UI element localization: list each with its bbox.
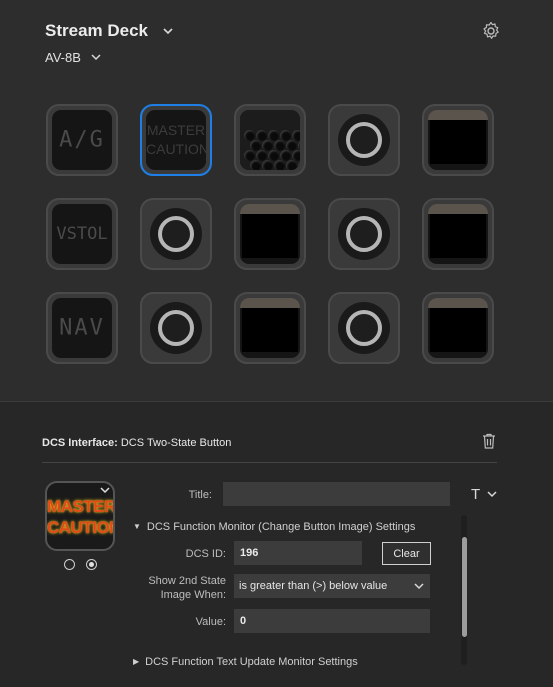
chevron-down-icon[interactable] xyxy=(100,486,110,494)
display-screen-icon xyxy=(240,298,300,358)
section-function-monitor[interactable]: ▼ DCS Function Monitor (Change Button Ima… xyxy=(133,521,415,533)
stream-deck-key[interactable] xyxy=(422,104,494,176)
key-face: VSTOL xyxy=(52,204,112,264)
stream-deck-key[interactable] xyxy=(422,292,494,364)
stream-deck-key[interactable] xyxy=(234,198,306,270)
second-state-label: Show 2nd State Image When: xyxy=(148,575,226,601)
screen-bezel xyxy=(240,204,300,214)
stream-deck-key[interactable] xyxy=(234,104,306,176)
value-label: Value: xyxy=(195,616,226,628)
title-label: Title: xyxy=(188,489,212,501)
screen-bezel xyxy=(428,110,488,120)
plugin-name: DCS Interface: xyxy=(42,437,118,449)
key-face: A/G xyxy=(52,110,112,170)
title-input[interactable] xyxy=(223,482,450,506)
state-2-radio[interactable] xyxy=(86,559,97,570)
screen-bezel xyxy=(428,298,488,308)
key-label: A/G xyxy=(59,127,105,153)
ring-icon xyxy=(346,122,382,158)
ring-light-icon xyxy=(150,208,202,260)
key-face: NAV xyxy=(52,298,112,358)
chevron-down-icon xyxy=(414,583,424,590)
action-title: DCS Interface: DCS Two-State Button xyxy=(42,437,231,449)
scrollbar-thumb[interactable] xyxy=(462,537,467,637)
stream-deck-key[interactable] xyxy=(140,198,212,270)
speaker-grille-icon xyxy=(240,110,300,170)
gear-icon[interactable] xyxy=(481,21,501,41)
stream-deck-key[interactable] xyxy=(328,292,400,364)
chevron-down-icon[interactable] xyxy=(487,490,497,498)
trash-icon[interactable] xyxy=(482,433,496,449)
key-label: VSTOL xyxy=(56,224,108,244)
stream-deck-key[interactable]: A/G xyxy=(46,104,118,176)
screen-display xyxy=(242,308,298,352)
section-text-update[interactable]: ▶ DCS Function Text Update Monitor Settin… xyxy=(133,656,358,668)
button-image-preview[interactable]: MASTER CAUTION xyxy=(45,481,115,551)
collapsed-triangle-icon: ▶ xyxy=(133,657,140,666)
display-screen-icon xyxy=(428,204,488,264)
key-label: NAV xyxy=(59,315,105,341)
stream-deck-key[interactable]: VSTOL xyxy=(46,198,118,270)
clear-button[interactable]: Clear xyxy=(382,542,431,565)
ring-icon xyxy=(346,216,382,252)
ring-light-icon xyxy=(338,208,390,260)
expanded-triangle-icon: ▼ xyxy=(133,522,141,531)
divider xyxy=(42,462,497,463)
display-screen-icon xyxy=(428,298,488,358)
stream-deck-key[interactable] xyxy=(422,198,494,270)
screen-display xyxy=(430,308,486,352)
screen-display xyxy=(242,214,298,258)
key-face: MASTER CAUTION xyxy=(146,110,206,170)
ring-icon xyxy=(158,310,194,346)
ring-light-icon xyxy=(338,114,390,166)
display-screen-icon xyxy=(428,110,488,170)
dcs-id-input[interactable]: 196 xyxy=(234,541,362,565)
value-input[interactable]: 0 xyxy=(234,609,430,633)
property-inspector: DCS Interface: DCS Two-State Button MAST… xyxy=(0,401,553,687)
ring-light-icon xyxy=(150,302,202,354)
stream-deck-key[interactable] xyxy=(140,292,212,364)
stream-deck-key[interactable] xyxy=(328,104,400,176)
stream-deck-key[interactable] xyxy=(328,198,400,270)
chevron-down-icon[interactable] xyxy=(90,51,102,63)
stream-deck-key[interactable]: MASTER CAUTION xyxy=(140,104,212,176)
ring-icon xyxy=(346,310,382,346)
screen-bezel xyxy=(428,204,488,214)
key-label: MASTER CAUTION xyxy=(146,122,206,157)
screen-display xyxy=(430,120,486,164)
title-format-icon[interactable]: T xyxy=(471,486,480,503)
stream-deck-key[interactable] xyxy=(234,292,306,364)
state-1-radio[interactable] xyxy=(64,559,75,570)
action-name: DCS Two-State Button xyxy=(120,437,232,449)
stream-deck-key[interactable]: NAV xyxy=(46,292,118,364)
screen-display xyxy=(430,214,486,258)
display-screen-icon xyxy=(240,204,300,264)
screen-bezel xyxy=(240,298,300,308)
preview-text: MASTER CAUTION xyxy=(47,497,115,537)
ring-icon xyxy=(158,216,194,252)
chevron-down-icon[interactable] xyxy=(161,24,175,38)
device-name[interactable]: Stream Deck xyxy=(45,21,148,41)
key-grid-area: Stream Deck AV-8B A/G MASTER CAUTION VSTOL N… xyxy=(0,0,553,400)
profile-name[interactable]: AV-8B xyxy=(45,50,81,65)
dcs-id-label: DCS ID: xyxy=(185,548,226,560)
second-state-select[interactable]: is greater than (>) below value xyxy=(234,574,430,598)
ring-light-icon xyxy=(338,302,390,354)
